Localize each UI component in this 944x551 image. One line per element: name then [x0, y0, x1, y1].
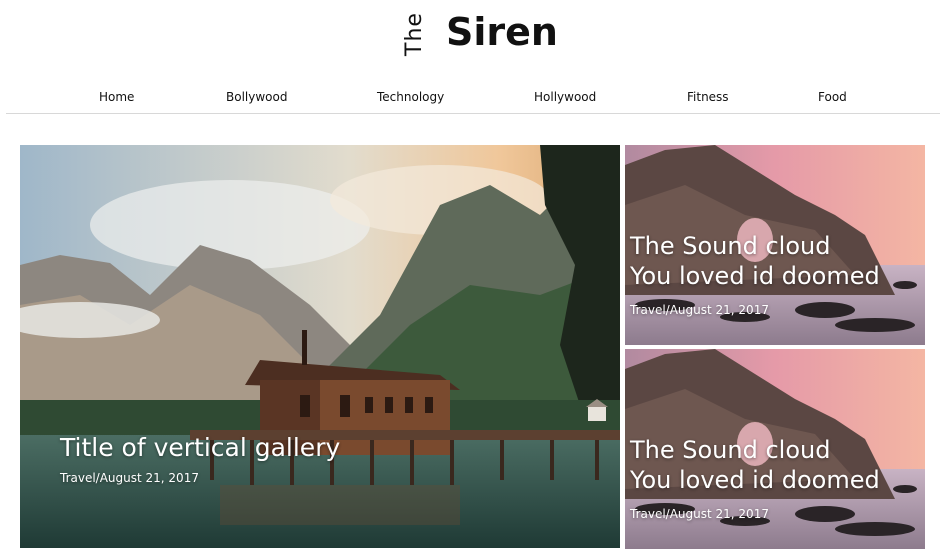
featured-post-meta: Travel/August 21, 2017: [60, 471, 199, 485]
featured-post-card[interactable]: Title of vertical gallery Travel/August …: [20, 145, 620, 548]
nav-item-technology[interactable]: Technology: [377, 90, 444, 104]
side-post-title-line1[interactable]: The Sound cloud: [630, 231, 880, 261]
nav-item-bollywood[interactable]: Bollywood: [226, 90, 287, 104]
side-post-caption: The Sound cloud You loved id doomed Trav…: [630, 231, 880, 317]
nav-item-fitness[interactable]: Fitness: [687, 90, 729, 104]
side-post-caption: The Sound cloud You loved id doomed Trav…: [630, 435, 880, 521]
side-post-meta: Travel/August 21, 2017: [630, 303, 769, 317]
main-nav: Home Bollywood Technology Hollywood Fitn…: [6, 84, 940, 114]
side-post-card[interactable]: The Sound cloud You loved id doomed Trav…: [625, 145, 925, 345]
featured-post-title[interactable]: Title of vertical gallery: [60, 433, 340, 463]
nav-item-food[interactable]: Food: [818, 90, 847, 104]
side-post-title-line2[interactable]: You loved id doomed: [630, 465, 880, 495]
featured-post-caption: Title of vertical gallery Travel/August …: [60, 433, 340, 485]
nav-item-hollywood[interactable]: Hollywood: [534, 90, 596, 104]
logo-the: The: [401, 12, 427, 56]
site-header: The Siren: [0, 0, 944, 80]
side-post-title-line2[interactable]: You loved id doomed: [630, 261, 880, 291]
logo-siren[interactable]: Siren: [446, 10, 558, 54]
side-post-card[interactable]: The Sound cloud You loved id doomed Trav…: [625, 349, 925, 549]
side-post-title-line1[interactable]: The Sound cloud: [630, 435, 880, 465]
nav-item-home[interactable]: Home: [99, 90, 134, 104]
side-post-meta: Travel/August 21, 2017: [630, 507, 769, 521]
featured-post-image: [20, 145, 620, 548]
